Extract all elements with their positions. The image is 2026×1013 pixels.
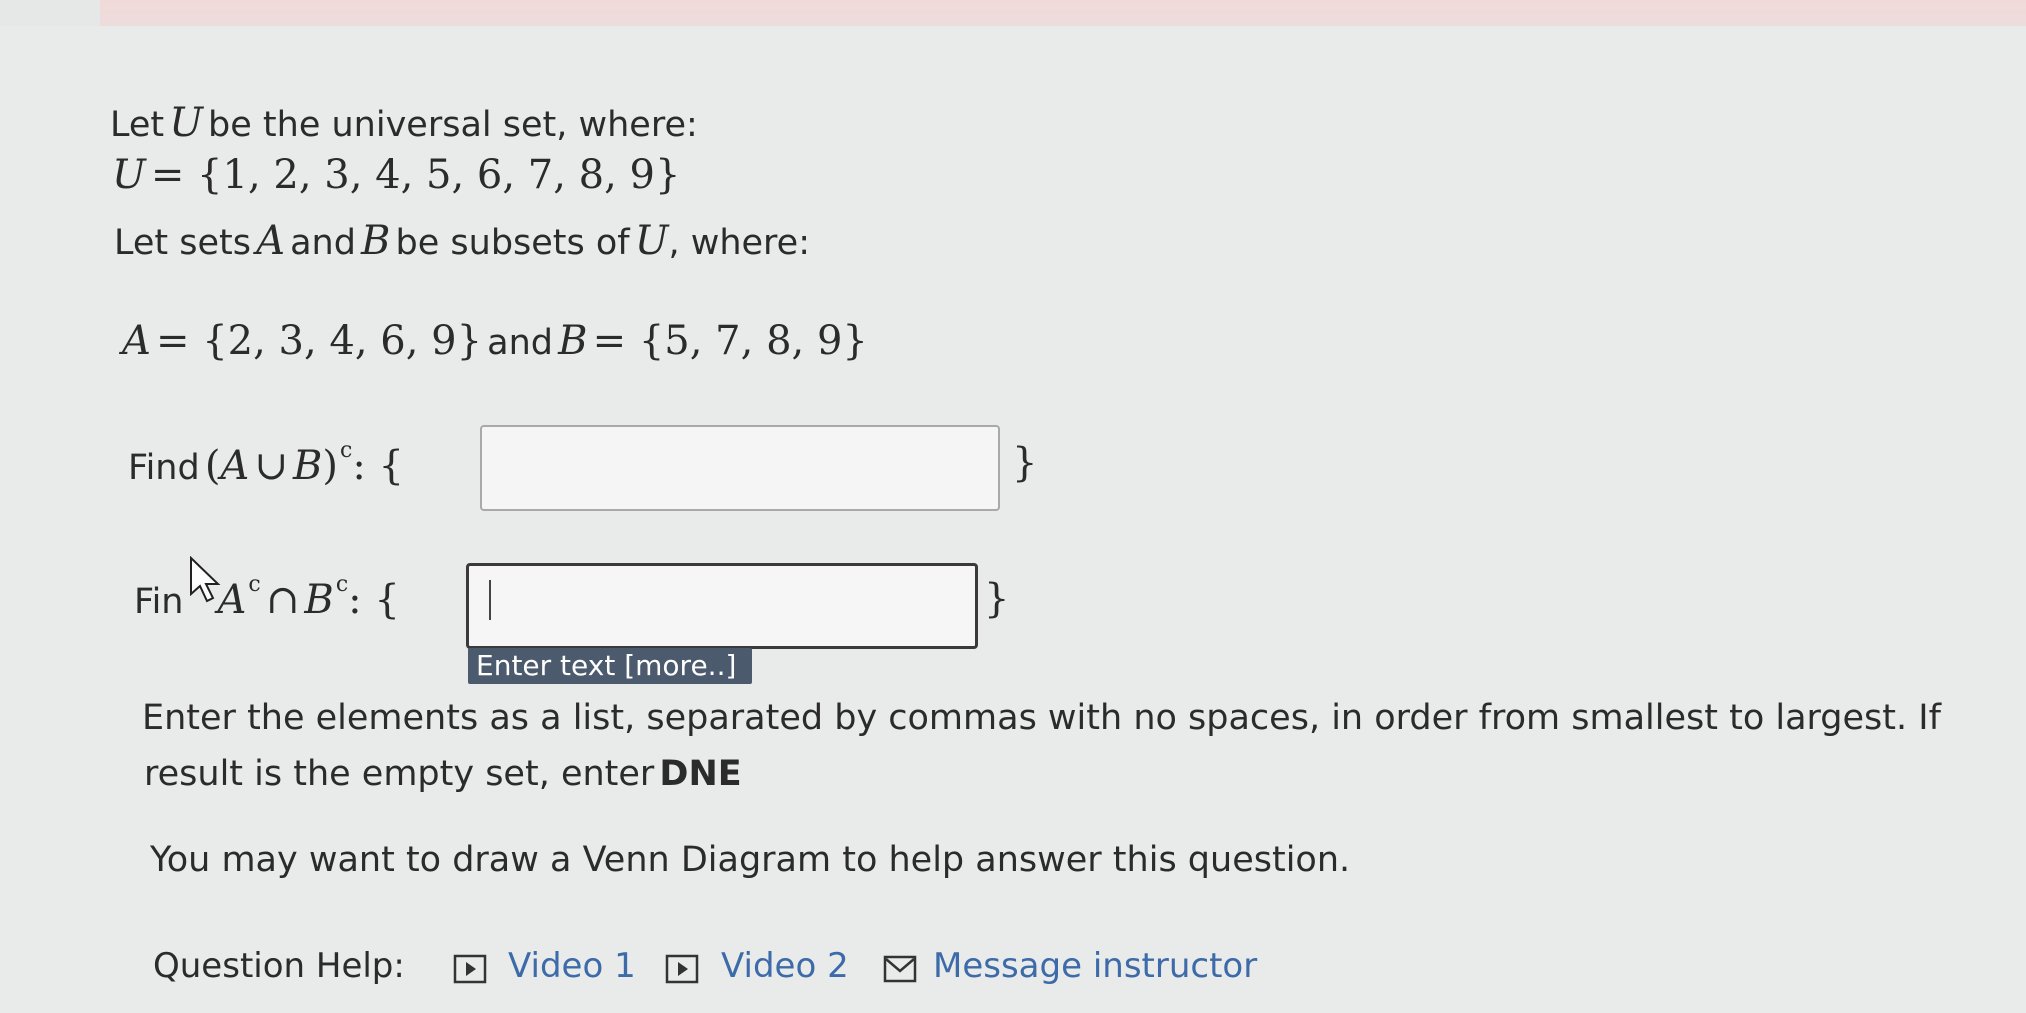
universal-set-intro: Let U be the universal set, where: [110,100,698,146]
open-brace: : { [348,577,400,623]
subsets-mid-text: be subsets of [395,223,630,263]
open-brace: : { [352,443,404,489]
text-caret [489,580,491,620]
var-b: B [293,443,323,489]
venn-diagram-hint: You may want to draw a Venn Diagram to h… [150,840,1351,880]
subsets-intro: Let sets A and B be subsets of U, where: [114,218,810,264]
universal-set-definition: U = {1, 2, 3, 4, 5, 6, 7, 8, 9} [112,152,680,198]
find-label: Find [128,448,200,488]
instructions-line-1: Enter the elements as a list, separated … [142,698,1941,738]
find-label: Fin [134,582,184,622]
set-b-values: = {5, 7, 8, 9} [592,318,868,364]
var-a: A [122,318,151,364]
var-a: A [256,218,285,264]
var-b: B [558,318,588,364]
mouse-cursor-icon [190,556,221,603]
complement-superscript: c [335,572,349,597]
intersection-symbol: ∩ [265,577,300,623]
paren-close: ) [322,443,339,489]
question-2-prompt: Fin Ac ∩ Bc: { [134,572,400,623]
and-text: and [290,223,356,263]
intersection-complement-answer-input[interactable] [466,563,978,649]
var-u: U [169,100,203,146]
var-u: U [112,152,146,198]
question-content: Let U be the universal set, where: U = {… [0,0,2026,1013]
var-b: B [304,577,334,623]
video-1-link[interactable]: Video 1 [508,946,636,986]
question-help-label: Question Help: [153,946,405,986]
message-instructor-link[interactable]: Message instructor [933,946,1257,986]
subsets-text: Let sets [114,223,251,263]
dne-keyword: DNE [659,754,742,794]
union-complement-answer-input[interactable] [480,425,1000,511]
question-1-prompt: Find (A ∪ B)c: { [128,438,404,489]
video-play-icon[interactable] [665,954,699,984]
union-symbol: ∪ [254,443,288,489]
paren-open: ( [204,443,221,489]
instructions-line-2: result is the empty set, enter DNE [144,754,742,794]
complement-superscript: c [340,438,353,463]
set-a-values: = {2, 3, 4, 6, 9} [155,318,483,364]
var-b: B [361,218,391,264]
intro-text: Let [110,105,165,145]
and-text: and [487,323,554,363]
video-2-link[interactable]: Video 2 [721,946,849,986]
complement-superscript: c [248,572,261,597]
close-brace: } [984,576,1010,622]
var-u: U [634,218,669,264]
close-brace: } [1012,440,1038,486]
subsets-suffix: , where: [668,223,810,263]
set-definitions: A = {2, 3, 4, 6, 9} and B = {5, 7, 8, 9} [122,318,868,364]
var-a: A [220,443,250,489]
mail-icon[interactable] [883,954,917,984]
universal-set-values: = {1, 2, 3, 4, 5, 6, 7, 8, 9} [150,152,681,198]
instructions-text: result is the empty set, enter [144,754,655,794]
video-play-icon[interactable] [453,954,487,984]
input-tooltip[interactable]: Enter text [more..] [468,648,752,684]
intro-text-suffix: be the universal set, where: [208,105,698,145]
